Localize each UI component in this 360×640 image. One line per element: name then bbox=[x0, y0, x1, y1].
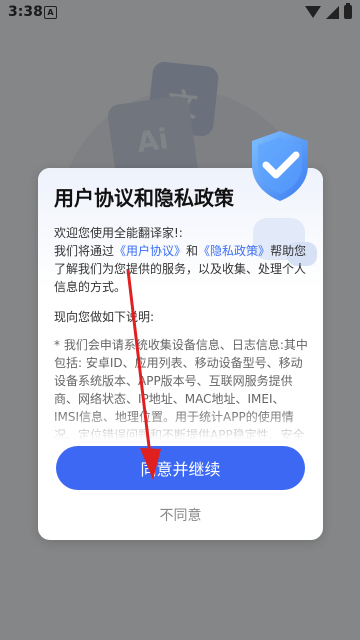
intro-pre: 我们将通过 bbox=[54, 244, 115, 258]
status-time: 3:38 bbox=[8, 4, 43, 20]
signal-icon bbox=[326, 5, 339, 19]
status-icons bbox=[305, 3, 352, 19]
battery-icon bbox=[344, 3, 352, 19]
dialog-body[interactable]: 欢迎您使用全能翻译家!: 我们将通过《用户协议》和《隐私政策》帮助您了解我们为您… bbox=[54, 224, 308, 440]
intro-greeting: 欢迎您使用全能翻译家!: bbox=[54, 226, 183, 240]
intro-and: 和 bbox=[186, 244, 199, 258]
scroll-fade bbox=[54, 410, 308, 440]
user-agreement-link[interactable]: 《用户协议》 bbox=[114, 244, 186, 258]
agree-button[interactable]: 同意并继续 bbox=[56, 446, 305, 490]
privacy-dialog: 用户协议和隐私政策 欢迎您使用全能翻译家!: 我们将通过《用户协议》和《隐私政策… bbox=[38, 168, 323, 540]
wifi-icon bbox=[305, 6, 321, 18]
section-heading: 现向您做如下说明: bbox=[54, 310, 155, 324]
dialog-title: 用户协议和隐私政策 bbox=[54, 186, 234, 210]
shield-check-icon bbox=[252, 131, 308, 201]
intro-paragraph: 我们将通过《用户协议》和《隐私政策》帮助您了解我们为您提供的服务，以及收集、处理… bbox=[54, 242, 308, 296]
notification-icon: A bbox=[44, 6, 57, 19]
disagree-button[interactable]: 不同意 bbox=[38, 504, 323, 526]
status-bar: 3:38 A bbox=[0, 0, 360, 26]
privacy-policy-link[interactable]: 《隐私政策》 bbox=[198, 244, 270, 258]
